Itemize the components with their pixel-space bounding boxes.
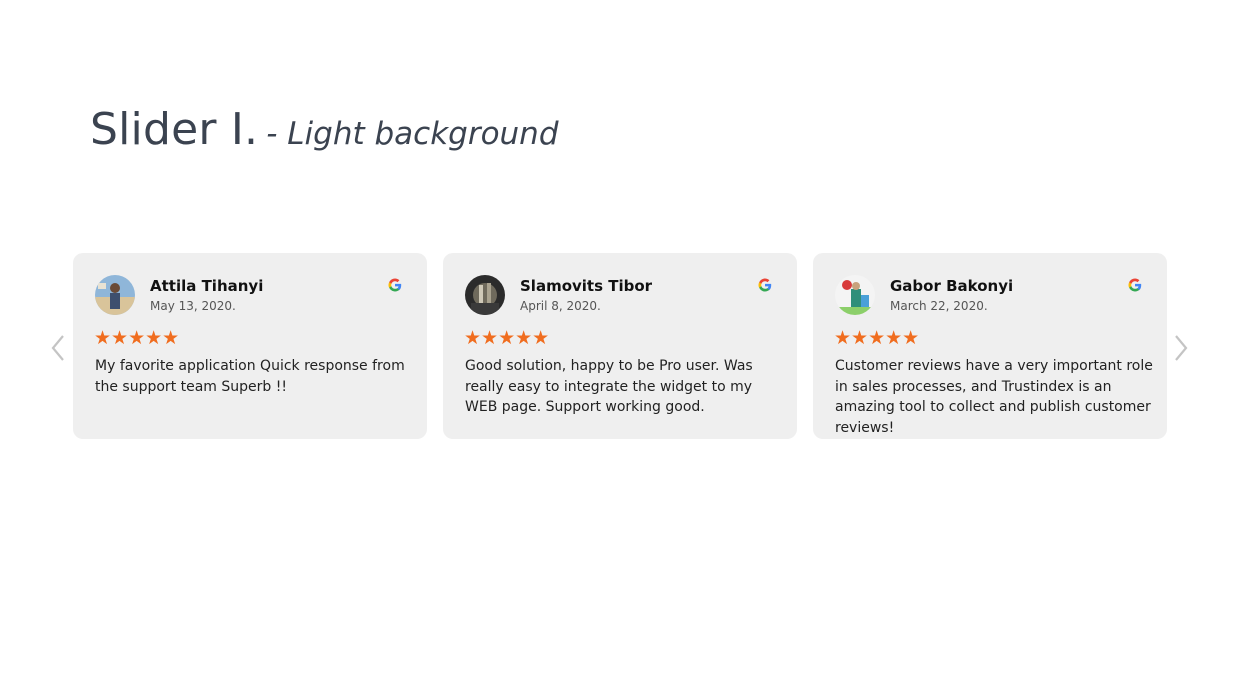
- page: Slider I. - Light background Attila Tihan…: [0, 0, 1239, 693]
- chevron-left-icon: [51, 335, 64, 361]
- star-rating: ★★★★★: [834, 327, 920, 349]
- review-text: Good solution, happy to be Pro user. Was…: [465, 358, 753, 415]
- google-icon: [1125, 275, 1145, 295]
- heading-title: Slider I.: [90, 104, 259, 155]
- reviewer-avatar: [465, 275, 505, 315]
- review-date: May 13, 2020.: [150, 299, 236, 313]
- heading-subtitle: - Light background: [266, 116, 559, 152]
- star-rating: ★★★★★: [94, 327, 180, 349]
- reviewer-name: Attila Tihanyi: [150, 277, 264, 295]
- slider-prev-button[interactable]: [48, 333, 68, 363]
- review-card: Attila Tihanyi May 13, 2020. ★★★★★ My fa…: [73, 253, 427, 439]
- reviewer-name: Gabor Bakonyi: [890, 277, 1014, 295]
- review-date: April 8, 2020.: [520, 299, 601, 313]
- review-card: Slamovits Tibor April 8, 2020. ★★★★★ Goo…: [443, 253, 797, 439]
- review-card: Gabor Bakonyi March 22, 2020. ★★★★★ Cust…: [813, 253, 1167, 439]
- reviewer-avatar: [835, 275, 875, 315]
- google-icon: [385, 275, 405, 295]
- chevron-right-icon: [1175, 335, 1188, 361]
- slider-next-button[interactable]: [1171, 333, 1191, 363]
- reviewer-avatar: [95, 275, 135, 315]
- star-rating: ★★★★★: [464, 327, 550, 349]
- page-heading: Slider I. - Light background: [90, 104, 559, 155]
- reviewer-name: Slamovits Tibor: [520, 277, 653, 295]
- review-text: My favorite application Quick response f…: [95, 358, 405, 395]
- review-text: Customer reviews have a very important r…: [835, 358, 1153, 436]
- google-icon: [755, 275, 775, 295]
- review-date: March 22, 2020.: [890, 299, 988, 313]
